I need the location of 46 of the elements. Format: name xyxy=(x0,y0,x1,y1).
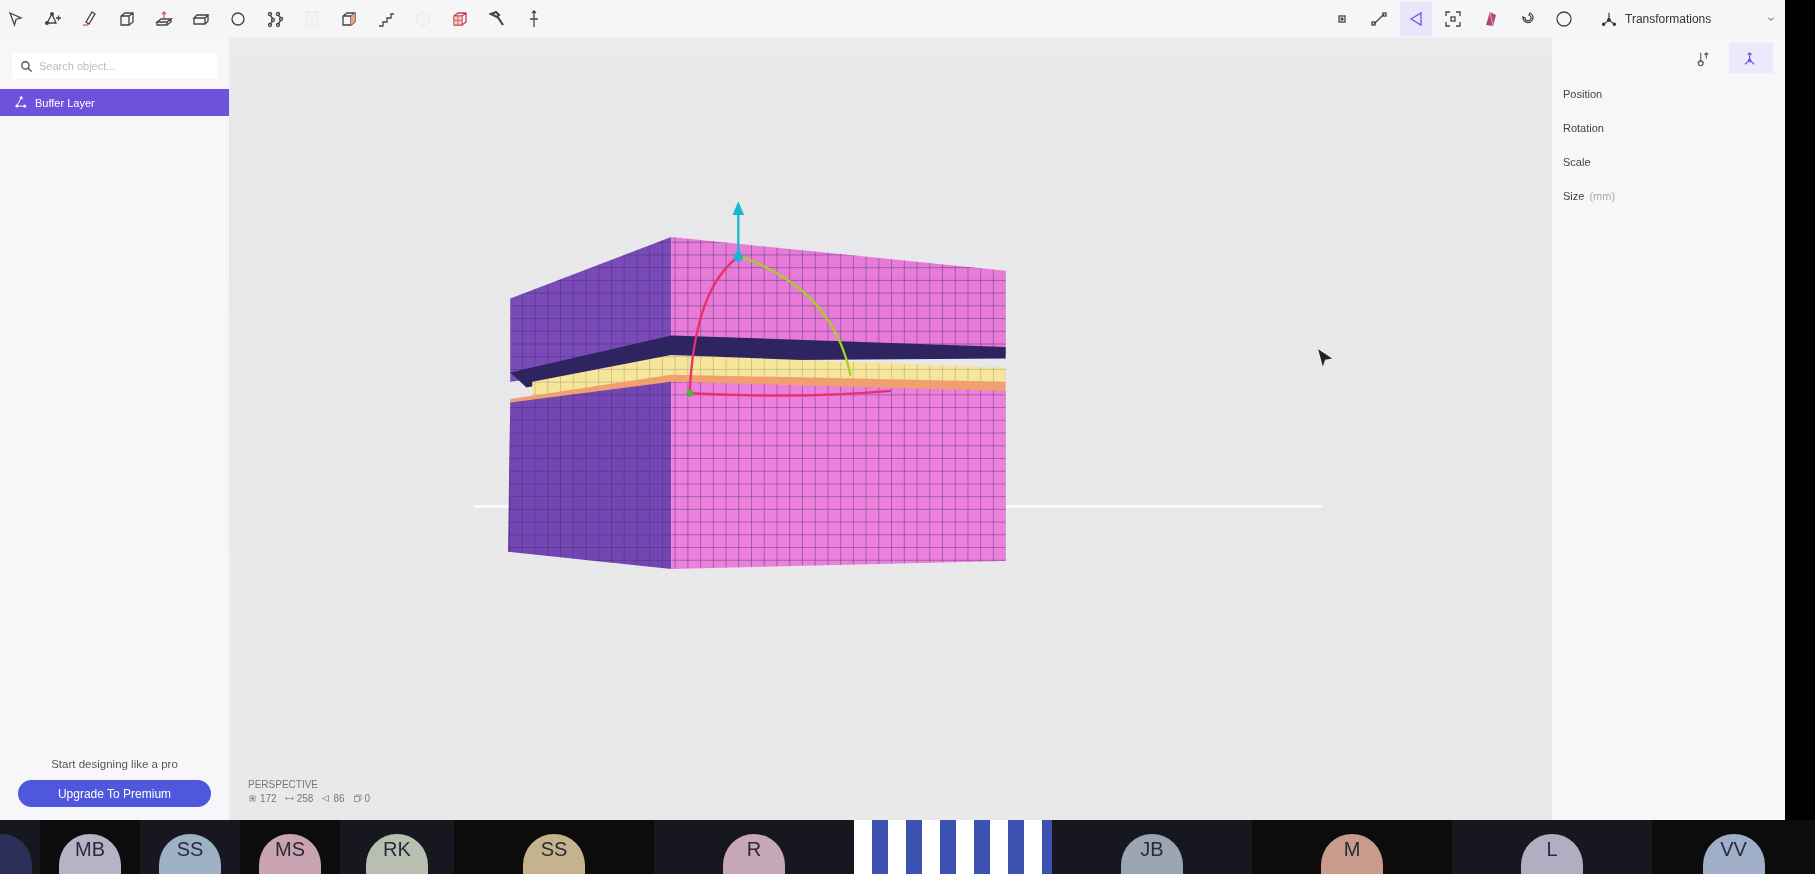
promo-text: Start designing like a pro xyxy=(51,758,178,770)
vertex-icon xyxy=(248,794,257,803)
nodes-icon xyxy=(266,9,284,28)
participant-avatar: MB xyxy=(59,834,121,874)
stat-value: 86 xyxy=(333,793,345,804)
cube-icon xyxy=(340,9,358,28)
participant-avatar: SS xyxy=(159,834,221,874)
nodes-icon xyxy=(14,96,27,109)
circle-icon xyxy=(1555,9,1573,28)
extrude-icon xyxy=(155,9,173,28)
upgrade-button[interactable]: Upgrade To Premium xyxy=(18,780,211,807)
triangle-tool[interactable] xyxy=(1400,1,1432,36)
search-field[interactable]: Search object... xyxy=(12,53,217,79)
pointer-icon xyxy=(7,9,25,28)
stat-value: 172 xyxy=(260,793,277,804)
layer-item[interactable]: Buffer Layer xyxy=(0,89,229,116)
cursor-icon xyxy=(1318,349,1333,367)
unit-label: (mm) xyxy=(1589,190,1616,202)
grid-cube-icon xyxy=(451,9,469,28)
global-axes-tab[interactable] xyxy=(1729,43,1773,73)
property-label: Position xyxy=(1563,88,1603,100)
line-icon xyxy=(1370,9,1388,28)
mode-dropdown[interactable]: Transformations xyxy=(1585,1,1785,36)
property-label: Size xyxy=(1563,190,1585,202)
property-label: Rotation xyxy=(1563,122,1604,134)
object-icon xyxy=(352,794,362,803)
participant-avatar: M xyxy=(1321,834,1383,874)
participant-avatar: R xyxy=(723,834,785,874)
participant-avatar: VV xyxy=(1702,834,1765,874)
participant-avatar: L xyxy=(1521,834,1583,874)
participant-avatar: MS xyxy=(259,834,321,874)
participant-avatar: SS xyxy=(523,834,585,874)
participant-avatar: JB xyxy=(1121,834,1183,874)
circle-icon xyxy=(229,9,247,28)
edge-icon xyxy=(284,794,294,803)
camera-label: PERSPECTIVE xyxy=(248,779,320,790)
cube-icon xyxy=(118,9,136,28)
focus-frame-icon xyxy=(1444,9,1462,28)
axes-icon xyxy=(1601,10,1617,27)
participant-avatar: RK xyxy=(366,834,428,874)
stat-value: 258 xyxy=(296,793,314,804)
stat-value: 0 xyxy=(364,793,371,804)
node-add-icon xyxy=(44,9,62,28)
face-icon xyxy=(321,794,331,803)
property-label: Scale xyxy=(1563,156,1591,168)
search-icon xyxy=(20,60,33,73)
